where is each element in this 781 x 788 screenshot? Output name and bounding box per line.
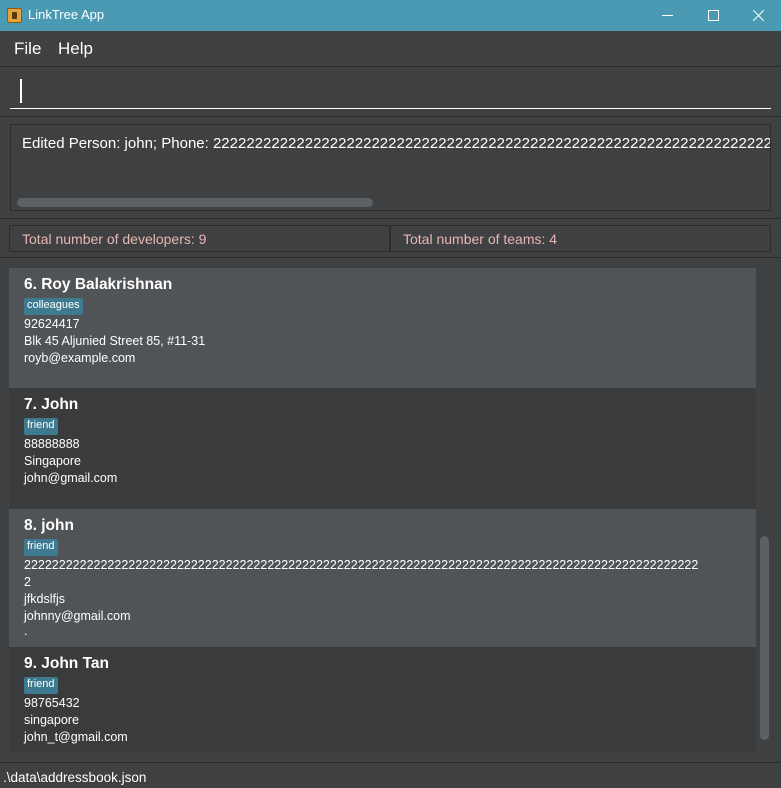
person-phone: 92624417	[24, 317, 80, 331]
person-phone: 2222222222222222222222222222222222222222…	[24, 558, 699, 572]
person-phone-continued: 2	[24, 575, 31, 589]
minimize-button[interactable]	[644, 0, 690, 31]
person-email: royb@example.com	[24, 351, 136, 365]
command-input[interactable]	[10, 76, 771, 109]
minimize-icon	[661, 15, 673, 16]
person-tag: colleagues	[24, 298, 83, 315]
person-address: jfkdslfjs	[24, 592, 65, 606]
text-caret	[20, 79, 22, 103]
person-card[interactable]: 9. John Tan friend 98765432 singapore jo…	[9, 647, 756, 752]
person-name: 6. Roy Balakrishnan	[24, 276, 173, 293]
person-tag: friend	[24, 539, 58, 556]
person-card[interactable]: 8. john friend 2222222222222222222222222…	[9, 509, 756, 647]
person-address: singapore	[24, 713, 79, 727]
person-name: 9. John Tan	[24, 655, 109, 672]
stats-bar: Total number of developers: 9 Total numb…	[0, 218, 781, 258]
window-title: LinkTree App	[28, 7, 105, 22]
list-scrollbar-thumb[interactable]	[760, 536, 769, 740]
result-message: Edited Person: john; Phone: 222222222222…	[22, 135, 770, 152]
person-email: john_t@gmail.com	[24, 730, 128, 744]
person-address: Singapore	[24, 454, 81, 468]
maximize-button[interactable]	[690, 0, 736, 31]
menu-bar: File Help	[0, 31, 781, 67]
person-card[interactable]: 6. Roy Balakrishnan colleagues 92624417 …	[9, 268, 756, 388]
person-phone: 98765432	[24, 696, 80, 710]
person-tag: friend	[24, 418, 58, 435]
close-icon	[752, 9, 765, 22]
maximize-icon	[707, 10, 719, 21]
person-name: 7. John	[24, 396, 79, 413]
person-phone: 88888888	[24, 437, 80, 451]
person-email: johnny@gmail.com	[24, 609, 131, 623]
result-horizontal-scrollbar[interactable]	[17, 198, 373, 207]
person-card[interactable]: 7. John friend 88888888 Singapore john@g…	[9, 388, 756, 509]
person-address: Blk 45 Aljunied Street 85, #11-31	[24, 334, 206, 348]
person-list[interactable]: 6. Roy Balakrishnan colleagues 92624417 …	[9, 268, 772, 752]
app-icon	[7, 8, 22, 23]
title-bar: LinkTree App	[0, 0, 781, 31]
command-box	[0, 67, 781, 117]
menu-help[interactable]: Help	[58, 39, 93, 59]
menu-file[interactable]: File	[14, 39, 41, 59]
result-display[interactable]: Edited Person: john; Phone: 222222222222…	[10, 124, 771, 211]
status-bar: .\data\addressbook.json	[0, 762, 781, 788]
person-extra: .	[24, 624, 28, 638]
person-email: john@gmail.com	[24, 471, 118, 485]
team-count: Total number of teams: 4	[390, 225, 771, 252]
person-name: 8. john	[24, 517, 74, 534]
developer-count: Total number of developers: 9	[9, 225, 390, 252]
person-tag: friend	[24, 677, 58, 694]
save-file-path: .\data\addressbook.json	[3, 770, 147, 785]
close-button[interactable]	[735, 0, 781, 31]
